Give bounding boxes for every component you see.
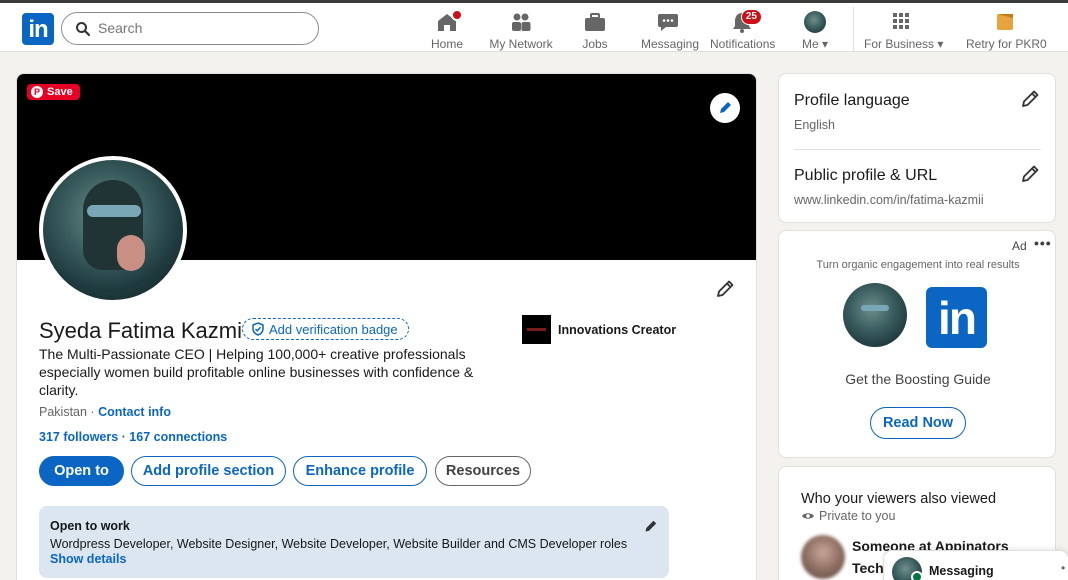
nav-me-label: Me: [801, 37, 819, 51]
contact-info-link[interactable]: Contact info: [98, 405, 171, 419]
linkedin-logo-icon[interactable]: in: [22, 13, 54, 45]
profile-location-row: Pakistan · Contact info: [39, 405, 171, 419]
verify-label: Add verification badge: [269, 321, 398, 337]
pencil-icon[interactable]: [643, 518, 659, 534]
nav-divider: [853, 7, 854, 51]
open-to-work-roles: Wordpress Developer, Website Designer, W…: [50, 537, 628, 551]
edit-cover-button[interactable]: [710, 93, 740, 123]
add-profile-section-button[interactable]: Add profile section: [131, 456, 286, 486]
nav-home[interactable]: Home: [427, 7, 467, 51]
pencil-icon: [720, 102, 731, 113]
eye-icon: [802, 513, 814, 519]
read-now-button[interactable]: Read Now: [870, 407, 966, 439]
nav-notifications-label: Notifications: [710, 37, 776, 51]
enhance-profile-button[interactable]: Enhance profile: [293, 456, 427, 486]
viewer-avatar[interactable]: [801, 535, 845, 579]
company-name: Innovations Creator: [558, 322, 677, 337]
ad-label: Ad: [1012, 239, 1027, 253]
grid-icon: [889, 11, 913, 33]
more-options-icon[interactable]: •••: [1034, 235, 1052, 251]
messaging-avatar: [892, 557, 923, 580]
profile-card: P Save Syeda Fatima Kazmi Add verificati…: [16, 73, 757, 580]
chevron-down-icon: ▾: [821, 37, 829, 51]
profile-language-title: Profile language: [794, 92, 910, 109]
profile-language-value: English: [794, 118, 835, 132]
more-options-icon[interactable]: •: [1061, 561, 1065, 575]
edit-profile-language-pencil-icon[interactable]: [1019, 88, 1041, 110]
premium-icon: [993, 11, 1017, 33]
nav-for-business-label: For Business: [864, 37, 935, 51]
messaging-overlay[interactable]: Messaging •: [884, 551, 1068, 580]
home-icon: [435, 9, 463, 33]
add-verification-badge-button[interactable]: Add verification badge: [242, 318, 409, 340]
me-avatar: [804, 11, 826, 33]
nav-home-label: Home: [430, 37, 463, 51]
pinterest-save-button[interactable]: P Save: [27, 84, 80, 100]
briefcase-icon: [583, 11, 607, 33]
open-to-work-title: Open to work: [50, 519, 130, 533]
linkedin-logo-icon: in: [926, 287, 987, 348]
connections-link[interactable]: · 167 connections: [118, 430, 228, 444]
private-label: Private to you: [819, 509, 896, 523]
bell-icon: 25: [730, 9, 762, 33]
save-label: Save: [47, 86, 73, 98]
edit-public-profile-pencil-icon[interactable]: [1019, 163, 1041, 185]
viewer-name-line2[interactable]: Techi: [852, 560, 888, 576]
open-to-button[interactable]: Open to: [39, 456, 124, 486]
ad-card: Ad ••• Turn organic engagement into real…: [778, 230, 1056, 458]
nav-for-business[interactable]: For Business ▾: [864, 7, 943, 51]
location-text: Pakistan: [39, 405, 87, 419]
profile-settings-card: Profile language English Public profile …: [778, 73, 1056, 223]
public-profile-title: Public profile & URL: [794, 167, 938, 184]
chevron-down-icon: ▾: [937, 37, 944, 51]
top-navigation: in Home My Network Jobs Messaging: [0, 0, 1068, 52]
people-icon: [509, 11, 533, 33]
search-input[interactable]: [98, 20, 298, 36]
messaging-label: Messaging: [929, 564, 994, 578]
notifications-badge: 25: [740, 9, 762, 25]
nav-jobs[interactable]: Jobs: [578, 7, 612, 51]
search-icon: [76, 22, 91, 37]
network-stats: 317 followers · 167 connections: [39, 430, 227, 444]
private-to-you: Private to you: [801, 509, 895, 523]
open-to-work-card: Open to work Wordpress Developer, Websit…: [39, 506, 669, 578]
nav-premium[interactable]: Retry for PKR0: [966, 7, 1047, 51]
profile-name: Syeda Fatima Kazmi: [39, 318, 242, 343]
nav-messaging-label: Messaging: [641, 37, 700, 51]
nav-me[interactable]: Me ▾: [799, 7, 831, 51]
nav-messaging[interactable]: Messaging: [641, 7, 700, 51]
pinterest-icon: P: [31, 86, 43, 98]
ad-tagline: Turn organic engagement into real result…: [816, 259, 1020, 271]
nav-notifications[interactable]: 25 Notifications: [710, 7, 776, 51]
nav-premium-label: Retry for PKR0: [966, 37, 1047, 51]
nav-jobs-label: Jobs: [582, 37, 608, 51]
edit-intro-button[interactable]: [714, 278, 736, 300]
current-company[interactable]: Innovations Creator: [522, 315, 676, 344]
resources-button[interactable]: Resources: [435, 456, 531, 486]
shield-check-icon: [252, 322, 264, 336]
chat-icon: [656, 11, 680, 33]
ad-user-avatar: [843, 283, 907, 347]
search-box[interactable]: [61, 12, 319, 45]
profile-headline: The Multi-Passionate CEO | Helping 100,0…: [39, 346, 474, 398]
pencil-icon: [717, 280, 734, 297]
profile-photo[interactable]: [39, 156, 187, 304]
public-profile-url: www.linkedin.com/in/fatima-kazmii: [794, 193, 984, 207]
nav-my-network-label: My Network: [489, 37, 553, 51]
followers-link[interactable]: 317 followers: [39, 430, 118, 444]
ad-guide-text: Get the Boosting Guide: [845, 371, 991, 387]
viewers-title: Who your viewers also viewed: [801, 491, 997, 507]
nav-my-network[interactable]: My Network: [489, 7, 553, 51]
company-logo: [522, 315, 551, 344]
show-details-link[interactable]: Show details: [50, 552, 126, 566]
home-notification-dot: [451, 9, 463, 21]
